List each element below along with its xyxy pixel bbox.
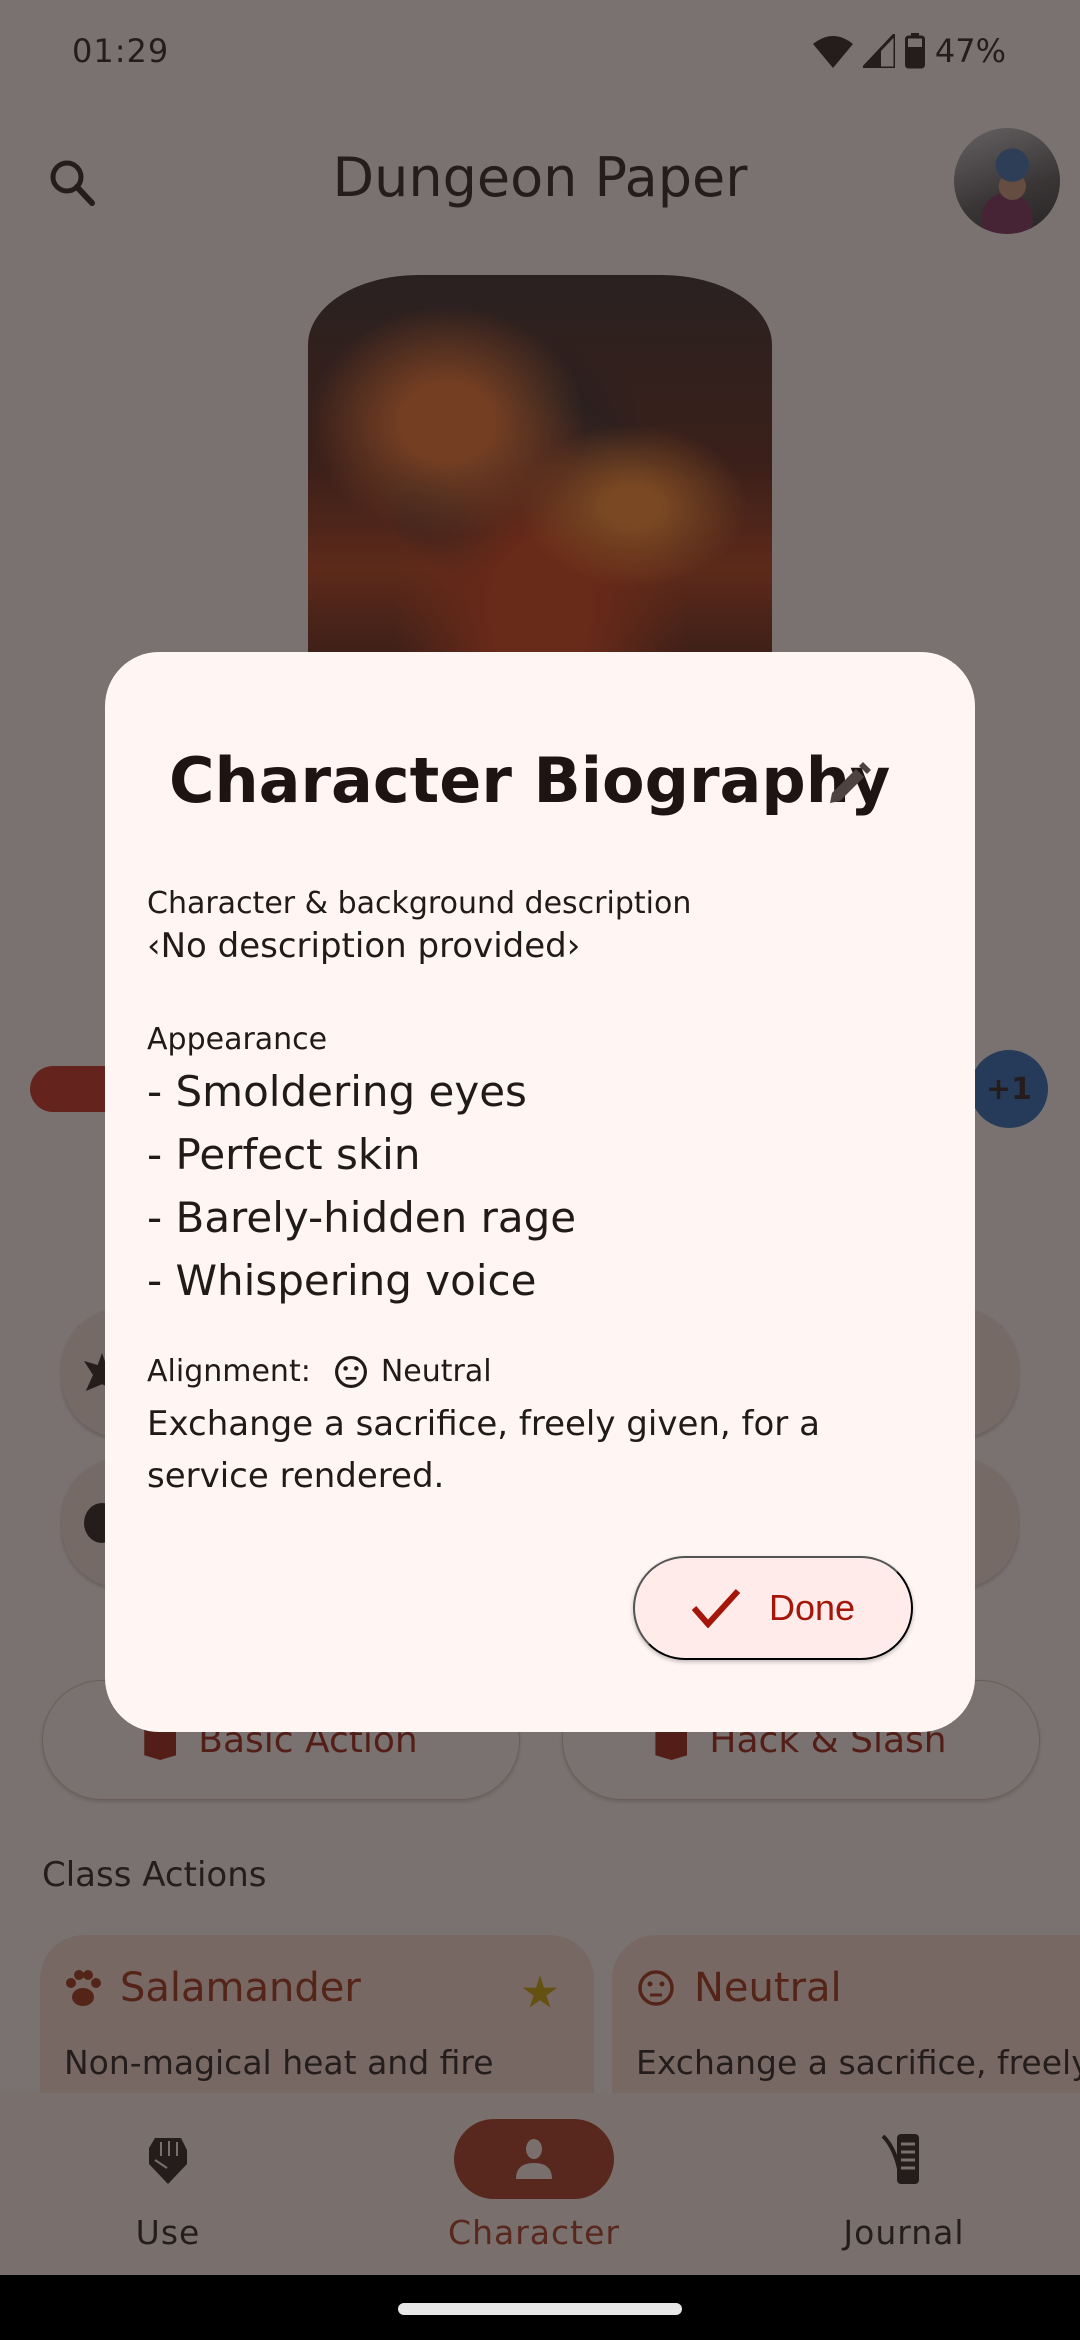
description-label: Character & background description: [147, 886, 692, 921]
appearance-item: - Perfect skin: [147, 1130, 421, 1179]
description-value: ‹No description provided›: [147, 926, 581, 966]
gesture-bar: [0, 2275, 1080, 2340]
alignment-description: Exchange a sacrifice, freely given, for …: [147, 1404, 820, 1496]
character-biography-dialog: Character Biography Character & backgrou…: [105, 652, 975, 1732]
appearance-label: Appearance: [147, 1022, 328, 1057]
description-section: Character & background description ‹No d…: [147, 884, 915, 968]
pencil-icon: [830, 762, 871, 803]
alignment-section: Alignment: Neutral Exchange a sacrifice,…: [147, 1352, 915, 1502]
done-label: Done: [768, 1587, 856, 1628]
appearance-section: Appearance - Smoldering eyes - Perfect s…: [147, 1020, 915, 1312]
appearance-item: - Whispering voice: [147, 1256, 537, 1305]
home-handle[interactable]: [398, 2303, 682, 2315]
dialog-title: Character Biography: [169, 744, 891, 817]
appearance-item: - Barely-hidden rage: [147, 1193, 577, 1242]
appearance-item: - Smoldering eyes: [147, 1067, 527, 1116]
alignment-label: Alignment:: [147, 1354, 311, 1389]
done-button[interactable]: Done: [633, 1556, 913, 1660]
edit-button[interactable]: [815, 748, 885, 818]
alignment-value: Neutral: [380, 1354, 492, 1389]
appearance-list: - Smoldering eyes - Perfect skin - Barel…: [147, 1060, 915, 1312]
neutral-face-icon: [334, 1356, 367, 1388]
check-icon: [691, 1588, 741, 1628]
